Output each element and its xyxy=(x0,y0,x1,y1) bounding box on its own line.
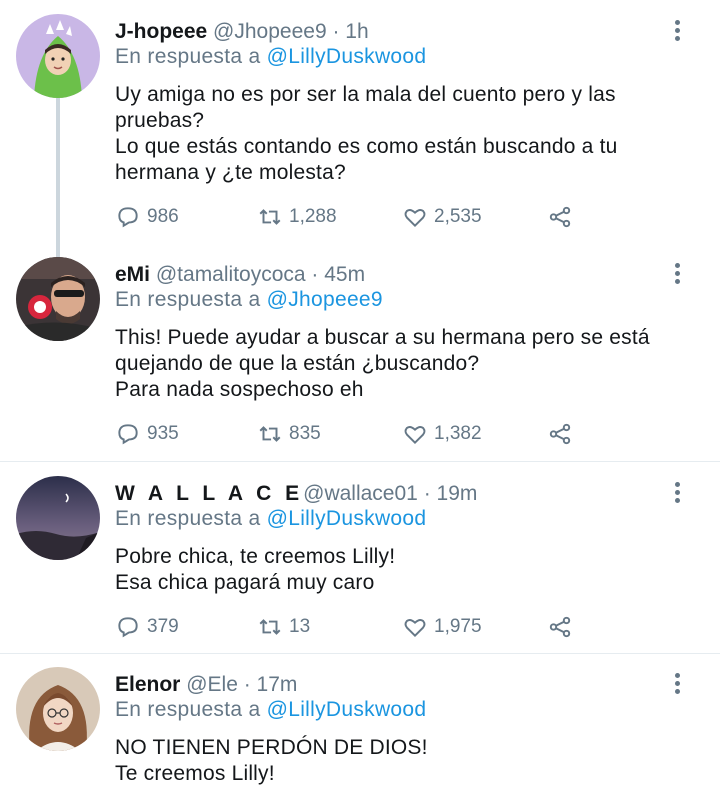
user-handle[interactable]: @Jhopeee9 xyxy=(213,20,327,43)
reply-count: 379 xyxy=(147,616,179,637)
reply-prefix: En respuesta a xyxy=(115,507,261,530)
more-options-icon[interactable] xyxy=(672,673,682,697)
retweet-count: 835 xyxy=(289,423,321,444)
retweet-icon xyxy=(259,209,281,225)
share-button[interactable] xyxy=(547,419,579,449)
reply-context: En respuesta a @LillyDuskwood xyxy=(115,504,426,534)
reply-context: En respuesta a @LillyDuskwood xyxy=(115,42,426,72)
tweet-text: This! Puede ayudar a buscar a su hermana… xyxy=(115,326,650,401)
user-handle[interactable]: @Ele xyxy=(186,673,238,696)
timestamp[interactable]: · 45m xyxy=(311,263,365,286)
tweet[interactable]: eMi @tamalitoycoca · 45m En respuesta a … xyxy=(0,257,720,457)
tweet-actions: 935 835 1,382 xyxy=(115,419,595,449)
mention-link[interactable]: @Jhopeee9 xyxy=(267,288,383,311)
share-button[interactable] xyxy=(547,612,579,642)
like-count: 1,975 xyxy=(434,616,482,637)
tweet[interactable]: W A L L A C E@wallace01 · 19m En respues… xyxy=(0,476,720,652)
more-options-icon[interactable] xyxy=(672,482,682,506)
reply-prefix: En respuesta a xyxy=(115,45,261,68)
reply-prefix: En respuesta a xyxy=(115,288,261,311)
avatar[interactable] xyxy=(16,14,100,98)
mention-link[interactable]: @LillyDuskwood xyxy=(267,507,427,530)
reply-icon xyxy=(118,424,138,445)
reply-context: En respuesta a @LillyDuskwood xyxy=(115,695,426,725)
avatar[interactable] xyxy=(16,257,100,341)
timestamp[interactable]: · 1h xyxy=(332,20,368,43)
tweet-actions: 986 1,288 2,535 xyxy=(115,202,595,232)
reply-icon xyxy=(118,207,138,228)
tweet-actions: 379 13 1,975 xyxy=(115,612,595,642)
tweet[interactable]: J-hopeee @Jhopeee9 · 1h En respuesta a @… xyxy=(0,14,720,268)
tweet-divider xyxy=(0,653,720,654)
like-count: 1,382 xyxy=(434,423,482,444)
timestamp[interactable]: · 17m xyxy=(244,673,298,696)
reply-icon xyxy=(118,617,138,638)
retweet-button[interactable]: 835 xyxy=(257,419,321,449)
like-button[interactable]: 2,535 xyxy=(402,202,482,232)
retweet-button[interactable]: 1,288 xyxy=(257,202,337,232)
tweet-divider xyxy=(0,461,720,462)
like-button[interactable]: 1,382 xyxy=(402,419,482,449)
timestamp[interactable]: · 19m xyxy=(424,482,478,505)
avatar[interactable] xyxy=(16,667,100,751)
display-name[interactable]: Elenor xyxy=(115,673,180,696)
reply-count: 935 xyxy=(147,423,179,444)
tweet-text: Pobre chica, te creemos Lilly! Esa chica… xyxy=(115,545,396,594)
user-handle[interactable]: @wallace01 xyxy=(303,482,418,505)
like-icon xyxy=(404,209,426,228)
mention-link[interactable]: @LillyDuskwood xyxy=(267,698,427,721)
reply-button[interactable]: 986 xyxy=(115,202,179,232)
retweet-count: 13 xyxy=(289,616,311,637)
retweet-icon xyxy=(259,619,281,635)
thread-line xyxy=(56,98,60,268)
reply-context: En respuesta a @Jhopeee9 xyxy=(115,285,383,315)
like-icon xyxy=(404,426,426,445)
retweet-button[interactable]: 13 xyxy=(257,612,310,642)
reply-count: 986 xyxy=(147,206,179,227)
like-icon xyxy=(404,619,426,638)
tweet-text: NO TIENEN PERDÓN DE DIOS! Te creemos Lil… xyxy=(115,736,428,785)
reply-prefix: En respuesta a xyxy=(115,698,261,721)
more-options-icon[interactable] xyxy=(672,20,682,44)
share-button[interactable] xyxy=(547,202,579,232)
mention-link[interactable]: @LillyDuskwood xyxy=(267,45,427,68)
retweet-count: 1,288 xyxy=(289,206,337,227)
like-count: 2,535 xyxy=(434,206,482,227)
reply-button[interactable]: 935 xyxy=(115,419,179,449)
reply-button[interactable]: 379 xyxy=(115,612,179,642)
share-icon xyxy=(549,423,571,445)
tweet[interactable]: Elenor @Ele · 17m En respuesta a @LillyD… xyxy=(0,667,720,799)
retweet-icon xyxy=(259,426,281,442)
display-name[interactable]: eMi xyxy=(115,263,150,286)
display-name[interactable]: W A L L A C E xyxy=(115,482,303,505)
tweet-text: Uy amiga no es por ser la mala del cuent… xyxy=(115,83,618,184)
avatar[interactable] xyxy=(16,476,100,560)
user-handle[interactable]: @tamalitoycoca xyxy=(156,263,306,286)
like-button[interactable]: 1,975 xyxy=(402,612,482,642)
share-icon xyxy=(549,616,571,638)
display-name[interactable]: J-hopeee xyxy=(115,20,207,43)
share-icon xyxy=(549,206,571,228)
more-options-icon[interactable] xyxy=(672,263,682,287)
